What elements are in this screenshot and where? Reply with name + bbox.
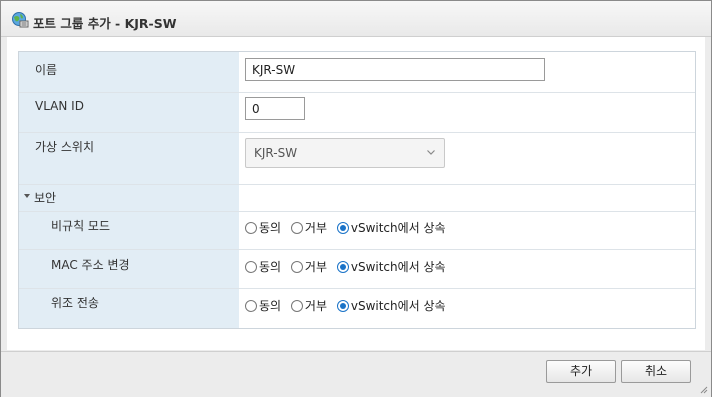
security-section-label[interactable]: 보안 <box>34 189 56 206</box>
add-port-group-dialog: 포트 그룹 추가 - KJR-SW 이름 KJR-SW VLAN ID 0 가상… <box>0 0 712 397</box>
promiscuous-mode-radio-group: 동의 거부 vSwitch에서 상속 <box>245 219 452 236</box>
forged-transmits-row: 위조 전송 동의 거부 vSwitch에서 상속 <box>19 288 695 328</box>
caret-down-icon[interactable] <box>24 194 30 198</box>
vswitch-select[interactable]: KJR-SW <box>245 138 445 168</box>
vswitch-row: 가상 스위치 KJR-SW <box>19 132 695 185</box>
vlan-label: VLAN ID <box>35 99 84 113</box>
resize-grip-icon[interactable] <box>700 386 708 394</box>
add-button[interactable]: 추가 <box>546 360 616 383</box>
vlan-id-input[interactable]: 0 <box>245 97 305 120</box>
promiscuous-mode-label: 비규칙 모드 <box>51 219 111 233</box>
vswitch-label: 가상 스위치 <box>35 140 95 154</box>
radio-label: 동의 <box>259 260 282 274</box>
radio-label: vSwitch에서 상속 <box>350 221 446 235</box>
mac-address-changes-row: MAC 주소 변경 동의 거부 vSwitch에서 상속 <box>19 249 695 289</box>
dialog-title: 포트 그룹 추가 - KJR-SW <box>33 16 177 31</box>
promiscuous-accept-radio[interactable] <box>245 221 257 234</box>
vswitch-selected-value: KJR-SW <box>254 146 298 160</box>
forged-transmits-radio-group: 동의 거부 vSwitch에서 상속 <box>245 297 452 314</box>
dialog-footer: 추가 취소 <box>1 351 711 397</box>
radio-label: 거부 <box>304 299 328 313</box>
mac-inherit-radio[interactable] <box>336 260 349 273</box>
mac-address-changes-radio-group: 동의 거부 vSwitch에서 상속 <box>245 258 452 275</box>
radio-label: vSwitch에서 상속 <box>350 260 446 274</box>
promiscuous-inherit-radio[interactable] <box>336 221 349 234</box>
vlan-row: VLAN ID 0 <box>19 92 695 133</box>
name-input[interactable]: KJR-SW <box>245 58 545 81</box>
chevron-down-icon <box>427 150 435 155</box>
forged-reject-radio[interactable] <box>290 299 303 312</box>
mac-reject-radio[interactable] <box>290 260 303 273</box>
name-label: 이름 <box>35 63 58 77</box>
mac-accept-radio[interactable] <box>245 260 257 273</box>
forged-transmits-label: 위조 전송 <box>51 296 99 310</box>
radio-label: 동의 <box>259 221 282 235</box>
form-grid: 이름 KJR-SW VLAN ID 0 가상 스위치 KJR-SW 보안 비규칙… <box>18 51 696 329</box>
network-globe-icon <box>12 12 29 28</box>
radio-label: 거부 <box>304 260 328 274</box>
name-row: 이름 KJR-SW <box>19 52 695 93</box>
promiscuous-mode-row: 비규칙 모드 동의 거부 vSwitch에서 상속 <box>19 211 695 250</box>
radio-label: 거부 <box>304 221 328 235</box>
radio-label: 동의 <box>259 299 282 313</box>
dialog-content: 이름 KJR-SW VLAN ID 0 가상 스위치 KJR-SW 보안 비규칙… <box>7 37 705 350</box>
cancel-button[interactable]: 취소 <box>621 360 691 383</box>
radio-label: vSwitch에서 상속 <box>350 299 446 313</box>
security-section-row: 보안 <box>19 184 695 212</box>
mac-address-changes-label: MAC 주소 변경 <box>51 258 130 272</box>
forged-accept-radio[interactable] <box>245 299 257 312</box>
forged-inherit-radio[interactable] <box>336 299 349 312</box>
dialog-titlebar[interactable]: 포트 그룹 추가 - KJR-SW <box>1 1 711 37</box>
promiscuous-reject-radio[interactable] <box>290 221 303 234</box>
